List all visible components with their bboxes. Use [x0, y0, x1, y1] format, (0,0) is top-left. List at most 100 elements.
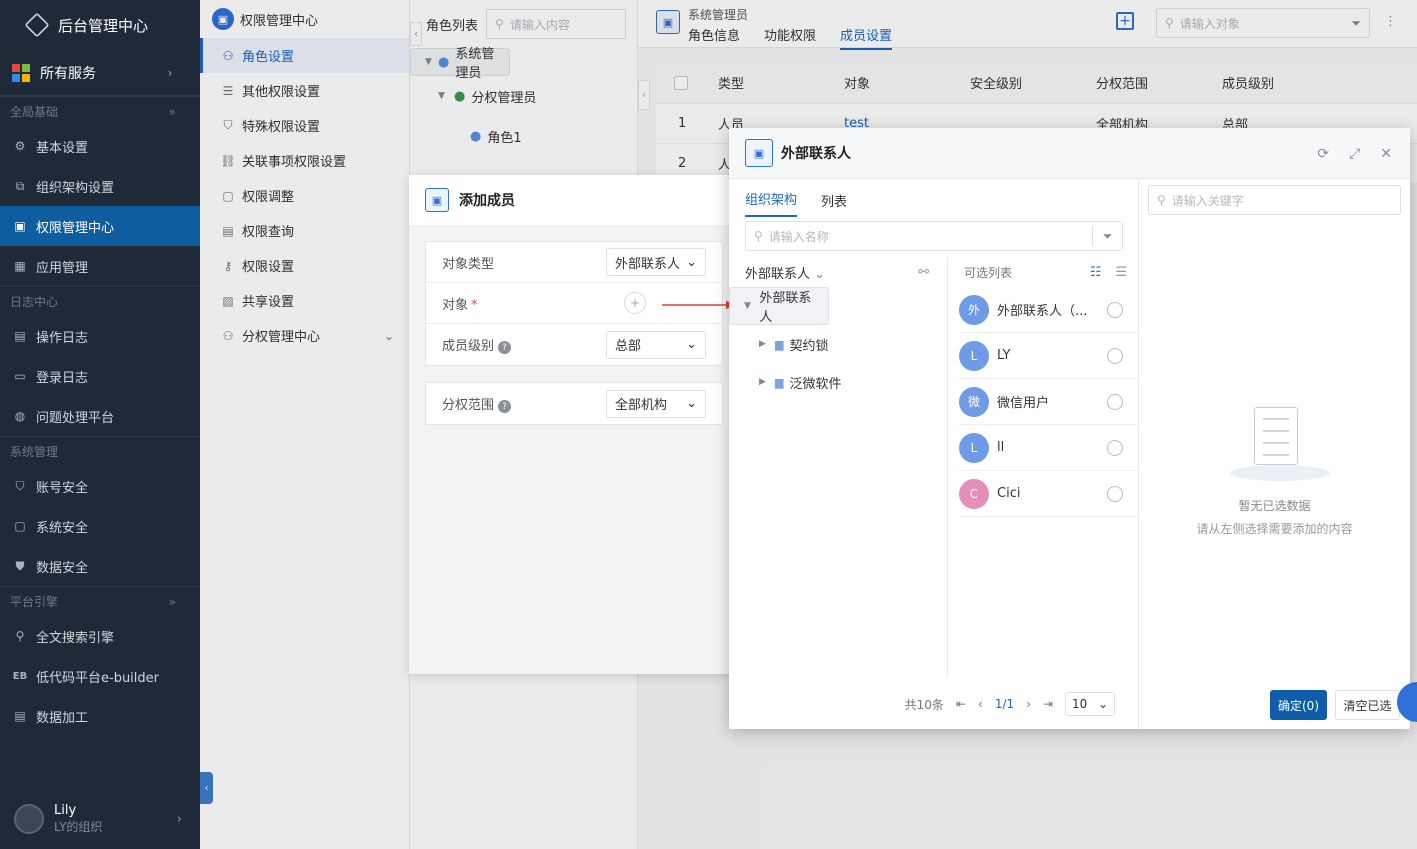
last-page-icon[interactable]: ⇥: [1043, 697, 1053, 711]
nav-item-account-security[interactable]: ⛉ 账号安全: [0, 466, 200, 506]
nav-item-label: 操作日志: [36, 330, 89, 346]
nav-item-login-log[interactable]: ▭ 登录日志: [0, 356, 200, 396]
nav-item-label: 问题处理平台: [36, 410, 115, 426]
caret-right-icon: ▶: [759, 339, 766, 349]
double-chevron-icon: »: [168, 104, 176, 119]
clear-selected-button[interactable]: 清空已选: [1335, 690, 1400, 720]
org-tree-label: 泛微软件: [789, 376, 842, 392]
form-row-scope: 分权范围? 全部机构 ⌄: [426, 383, 722, 424]
expand-icon[interactable]: ⤢: [1349, 146, 1360, 162]
add-member-dialog: ▣ 添加成员 对象类型 外部联系人 ⌄ 对象 * + 成员级别? 总部 ⌄ 分权范围?…: [409, 175, 739, 674]
field-label: 成员级别: [442, 338, 495, 354]
nav-item-system-security[interactable]: ▢ 系统安全: [0, 506, 200, 546]
nav-section-title: 日志中心: [10, 295, 59, 309]
available-list-title: 可选列表: [964, 265, 1013, 280]
name-search-placeholder: 请输入名称: [768, 229, 829, 244]
help-icon[interactable]: ?: [498, 400, 512, 414]
avatar: C: [959, 478, 989, 509]
org-tree-item-root[interactable]: ▼ 外部联系人: [729, 287, 829, 325]
id-card-icon: ▣: [14, 219, 26, 233]
contact-card-icon: ▣: [745, 139, 773, 167]
select-radio[interactable]: [1107, 393, 1123, 410]
org-tree-item[interactable]: ▶ ▆ 泛微软件: [729, 363, 947, 401]
list-item[interactable]: Lll: [959, 425, 1139, 471]
help-icon[interactable]: ?: [498, 341, 512, 355]
org-tree-head[interactable]: 外部联系人 ⌄ ⚯: [729, 257, 947, 287]
list-view-icon[interactable]: ☰: [1115, 265, 1127, 280]
prev-page-icon[interactable]: ‹: [978, 697, 983, 711]
field-label: 对象类型: [442, 256, 495, 272]
required-mark: *: [471, 297, 478, 313]
all-services-label: 所有服务: [40, 65, 96, 82]
caret-right-icon: ▶: [759, 377, 766, 387]
org-tree-label: 外部联系人: [759, 291, 812, 325]
nav-section-system[interactable]: 系统管理: [0, 436, 200, 466]
user-profile[interactable]: Lily LY的组织 ›: [0, 789, 200, 849]
nav-section-title: 系统管理: [10, 445, 59, 459]
chevron-down-icon: ⌄: [686, 337, 697, 352]
nav-item-operation-log[interactable]: ▤ 操作日志: [0, 316, 200, 356]
field-label: 对象: [442, 297, 469, 313]
keyword-search-input[interactable]: ⚲ 请输入关键字: [1148, 185, 1401, 215]
nav-item-ebuilder[interactable]: EB 低代码平台e-builder: [0, 656, 200, 696]
org-tree-item[interactable]: ▶ ▆ 契约锁: [729, 325, 947, 363]
member-icon: ▣: [425, 188, 449, 212]
list-item[interactable]: 外外部联系人（...: [959, 287, 1139, 333]
select-radio[interactable]: [1107, 485, 1123, 502]
nav-item-basic-settings[interactable]: ⚙ 基本设置: [0, 126, 200, 166]
select-radio[interactable]: [1107, 347, 1123, 364]
page-size-select[interactable]: 10 ⌄: [1065, 692, 1115, 716]
add-object-button[interactable]: +: [624, 292, 646, 314]
nav-item-label: 系统安全: [36, 520, 89, 536]
nav-section-engine[interactable]: 平台引擎 »: [0, 586, 200, 616]
nav-item-data-security[interactable]: ⛊ 数据安全: [0, 546, 200, 586]
all-services[interactable]: 所有服务 ›: [0, 50, 200, 96]
nav-item-app-management[interactable]: ▦ 应用管理: [0, 246, 200, 286]
select-radio[interactable]: [1107, 301, 1123, 318]
pager-current: 1/1: [994, 697, 1015, 711]
nav-item-data-processing[interactable]: ▤ 数据加工: [0, 696, 200, 736]
next-page-icon[interactable]: ›: [1026, 697, 1031, 711]
object-type-select[interactable]: 外部联系人 ⌄: [606, 248, 706, 276]
brand[interactable]: 后台管理中心: [0, 0, 200, 50]
list-item[interactable]: 微微信用户: [959, 379, 1139, 425]
brand-title: 后台管理中心: [58, 16, 149, 35]
scope-select[interactable]: 全部机构 ⌄: [606, 389, 706, 418]
list-item[interactable]: C Cici: [959, 471, 1139, 517]
chevron-right-icon: ›: [176, 811, 182, 827]
tab-org-structure[interactable]: 组织架构: [745, 189, 798, 217]
select-radio[interactable]: [1107, 439, 1123, 456]
select-value: 外部联系人: [615, 256, 681, 272]
nav-item-issue-platform[interactable]: ◍ 问题处理平台: [0, 396, 200, 436]
filter-icon[interactable]: ⏷: [1092, 226, 1122, 246]
member-level-select[interactable]: 总部 ⌄: [606, 330, 706, 359]
add-member-title: 添加成员: [459, 193, 515, 209]
tab-list[interactable]: 列表: [821, 191, 847, 217]
first-page-icon[interactable]: ⇤: [956, 697, 966, 711]
nav-section-logs[interactable]: 日志中心: [0, 286, 200, 316]
available-list: 可选列表 ☷ ☰ 外外部联系人（... L LY 微微信用户 Lll C Cici: [949, 257, 1139, 677]
unlink-icon[interactable]: ⚯: [918, 265, 929, 280]
nav-item-fulltext-search[interactable]: ⚲ 全文搜索引擎: [0, 616, 200, 656]
form-row-object-type: 对象类型 外部联系人 ⌄: [426, 242, 722, 283]
select-value: 全部机构: [615, 398, 668, 413]
refresh-icon[interactable]: ⟳: [1317, 146, 1329, 162]
name-search-input[interactable]: ⚲ 请输入名称 ⏷: [745, 221, 1123, 251]
chevron-right-icon: ›: [167, 65, 173, 80]
external-contacts-modal: ▣ 外部联系人 ⟳ ⤢ ✕ 组织架构 列表 ⚲ 请输入名称 ⏷ 外部联系人 ⌄ …: [729, 128, 1410, 729]
empty-document-icon: [1220, 397, 1330, 487]
add-member-header: ▣ 添加成员: [409, 175, 739, 225]
nav-section-global[interactable]: 全局基础 »: [0, 96, 200, 126]
nav-item-org-settings[interactable]: ⧉ 组织架构设置: [0, 166, 200, 206]
ext-modal-header: ▣ 外部联系人 ⟳ ⤢ ✕: [729, 128, 1410, 179]
nav-item-permission-center[interactable]: ▣ 权限管理中心: [0, 206, 200, 246]
gear-icon: ⚙: [14, 139, 26, 153]
eb-icon: EB: [12, 670, 28, 682]
confirm-button[interactable]: 确定(0): [1270, 690, 1327, 720]
cube-logo-icon: [24, 12, 50, 38]
person-name: LY: [997, 348, 1011, 363]
checklist-icon[interactable]: ☷: [1090, 265, 1102, 280]
close-icon[interactable]: ✕: [1380, 146, 1392, 162]
empty-title: 暂无已选数据: [1238, 499, 1311, 513]
list-item[interactable]: L LY: [959, 333, 1139, 379]
